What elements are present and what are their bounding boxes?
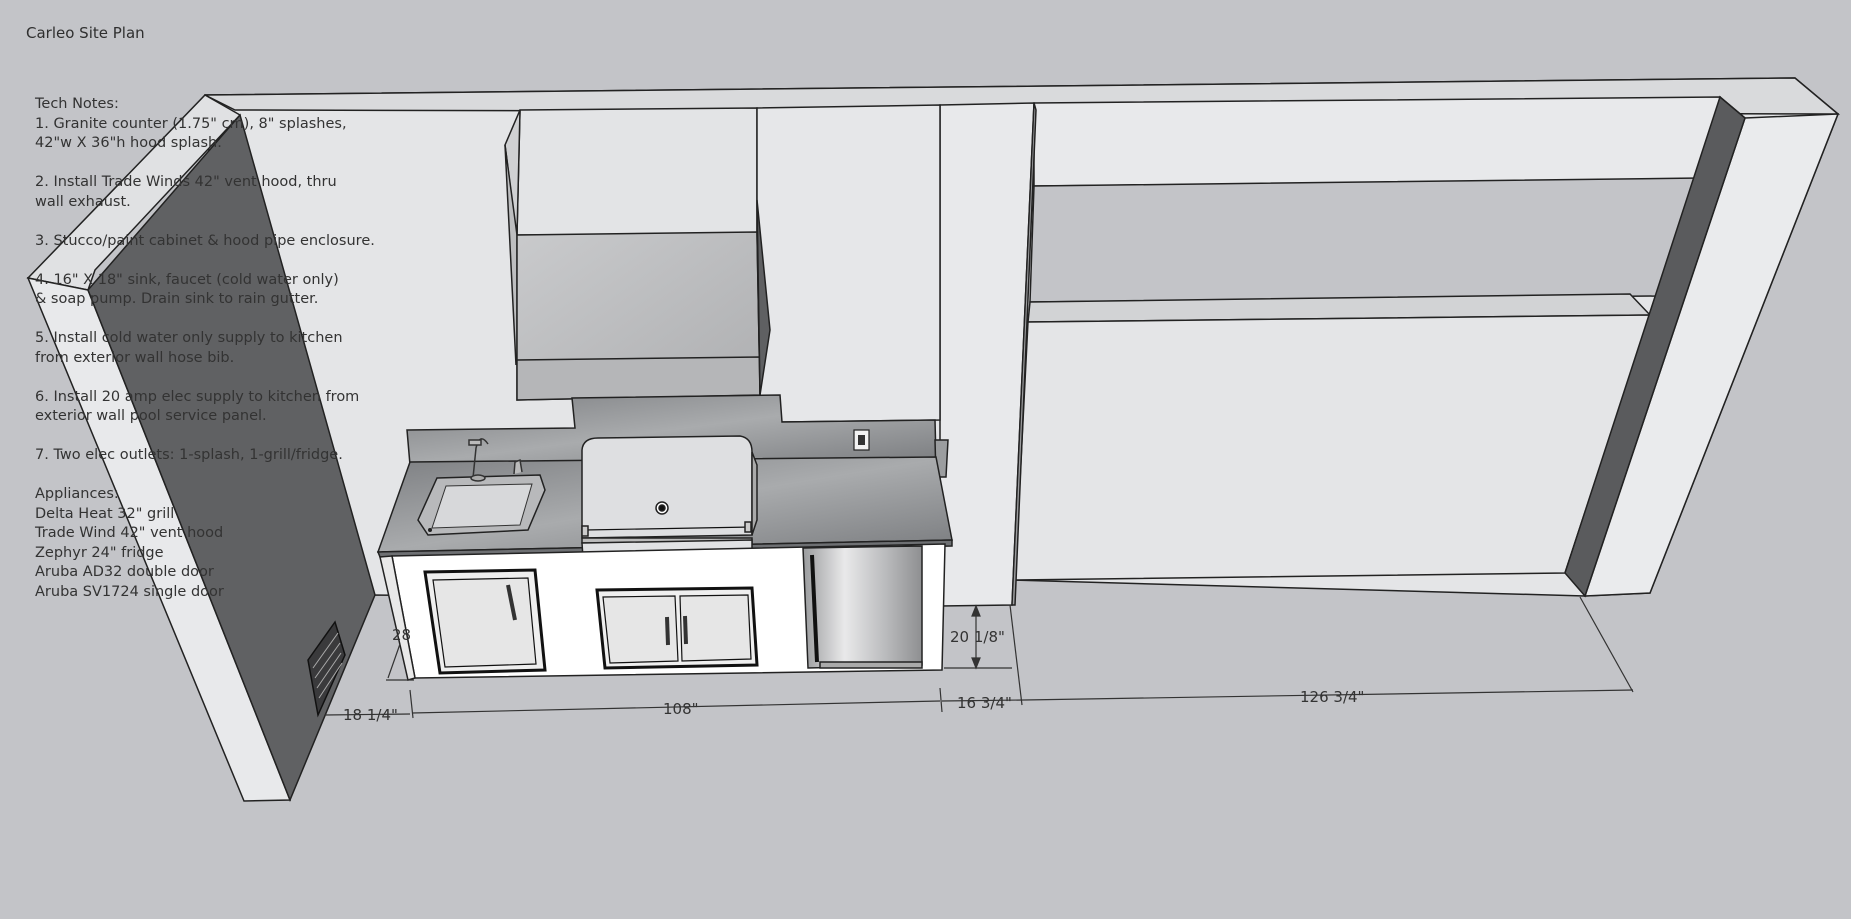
note-5-line-1: 5. Install cold water only supply to kit… <box>35 330 343 346</box>
note-3-line-1: 3. Stucco/paint cabinet & hood pipe encl… <box>35 232 375 249</box>
dim-left-return: 18 1/4" <box>343 706 398 724</box>
appliances-heading: Appliances: <box>35 486 119 502</box>
appliance-item: Zephyr 24" fridge <box>35 544 164 561</box>
note-5-line-2: from exterior wall hose bib. <box>35 349 235 366</box>
note-1-line-2: 42"w X 36"h hood splash. <box>35 135 222 151</box>
sink <box>417 474 546 536</box>
appliance-item: Aruba AD32 double door <box>35 564 214 580</box>
dim-island: 108" <box>663 700 699 718</box>
dim-bar: 126 3/4" <box>1300 688 1364 706</box>
dim-height: 20 1/8" <box>950 628 1005 646</box>
vent-hood-enclosure <box>504 107 761 401</box>
double-door <box>595 586 759 670</box>
dim-depth: 28 <box>392 626 411 644</box>
appliance-item: Trade Wind 42" vent hood <box>35 525 224 541</box>
note-4-line-2: & soap pump. Drain sink to rain gutter. <box>35 291 319 307</box>
note-7-line-1: 7. Two elec outlets: 1-splash, 1-grill/f… <box>35 447 343 463</box>
electrical-outlet-icon <box>853 429 870 451</box>
fridge <box>802 545 923 669</box>
note-1-line-1: 1. Granite counter (1.75" cm), 8" splash… <box>35 115 347 132</box>
note-4-line-1: 4. 16" X 18" sink, faucet (cold water on… <box>35 271 339 288</box>
note-2-line-2: wall exhaust. <box>35 193 131 210</box>
appliance-item: Delta Heat 32" grill <box>35 505 175 522</box>
dim-gap: 16 3/4" <box>957 694 1012 712</box>
tall-cabinet <box>756 104 941 423</box>
tech-notes: Tech Notes: 1. Granite counter (1.75" cm… <box>35 95 395 602</box>
notes-heading: Tech Notes: <box>35 96 119 112</box>
page-title: Carleo Site Plan <box>26 24 145 42</box>
note-6-line-2: exterior wall pool service panel. <box>35 408 267 424</box>
note-6-line-1: 6. Install 20 amp elec supply to kitchen… <box>35 388 360 405</box>
note-2-line-1: 2. Install Trade Winds 42" vent hood, th… <box>35 174 337 190</box>
single-door <box>423 568 547 675</box>
appliance-item: Aruba SV1724 single door <box>35 583 224 600</box>
